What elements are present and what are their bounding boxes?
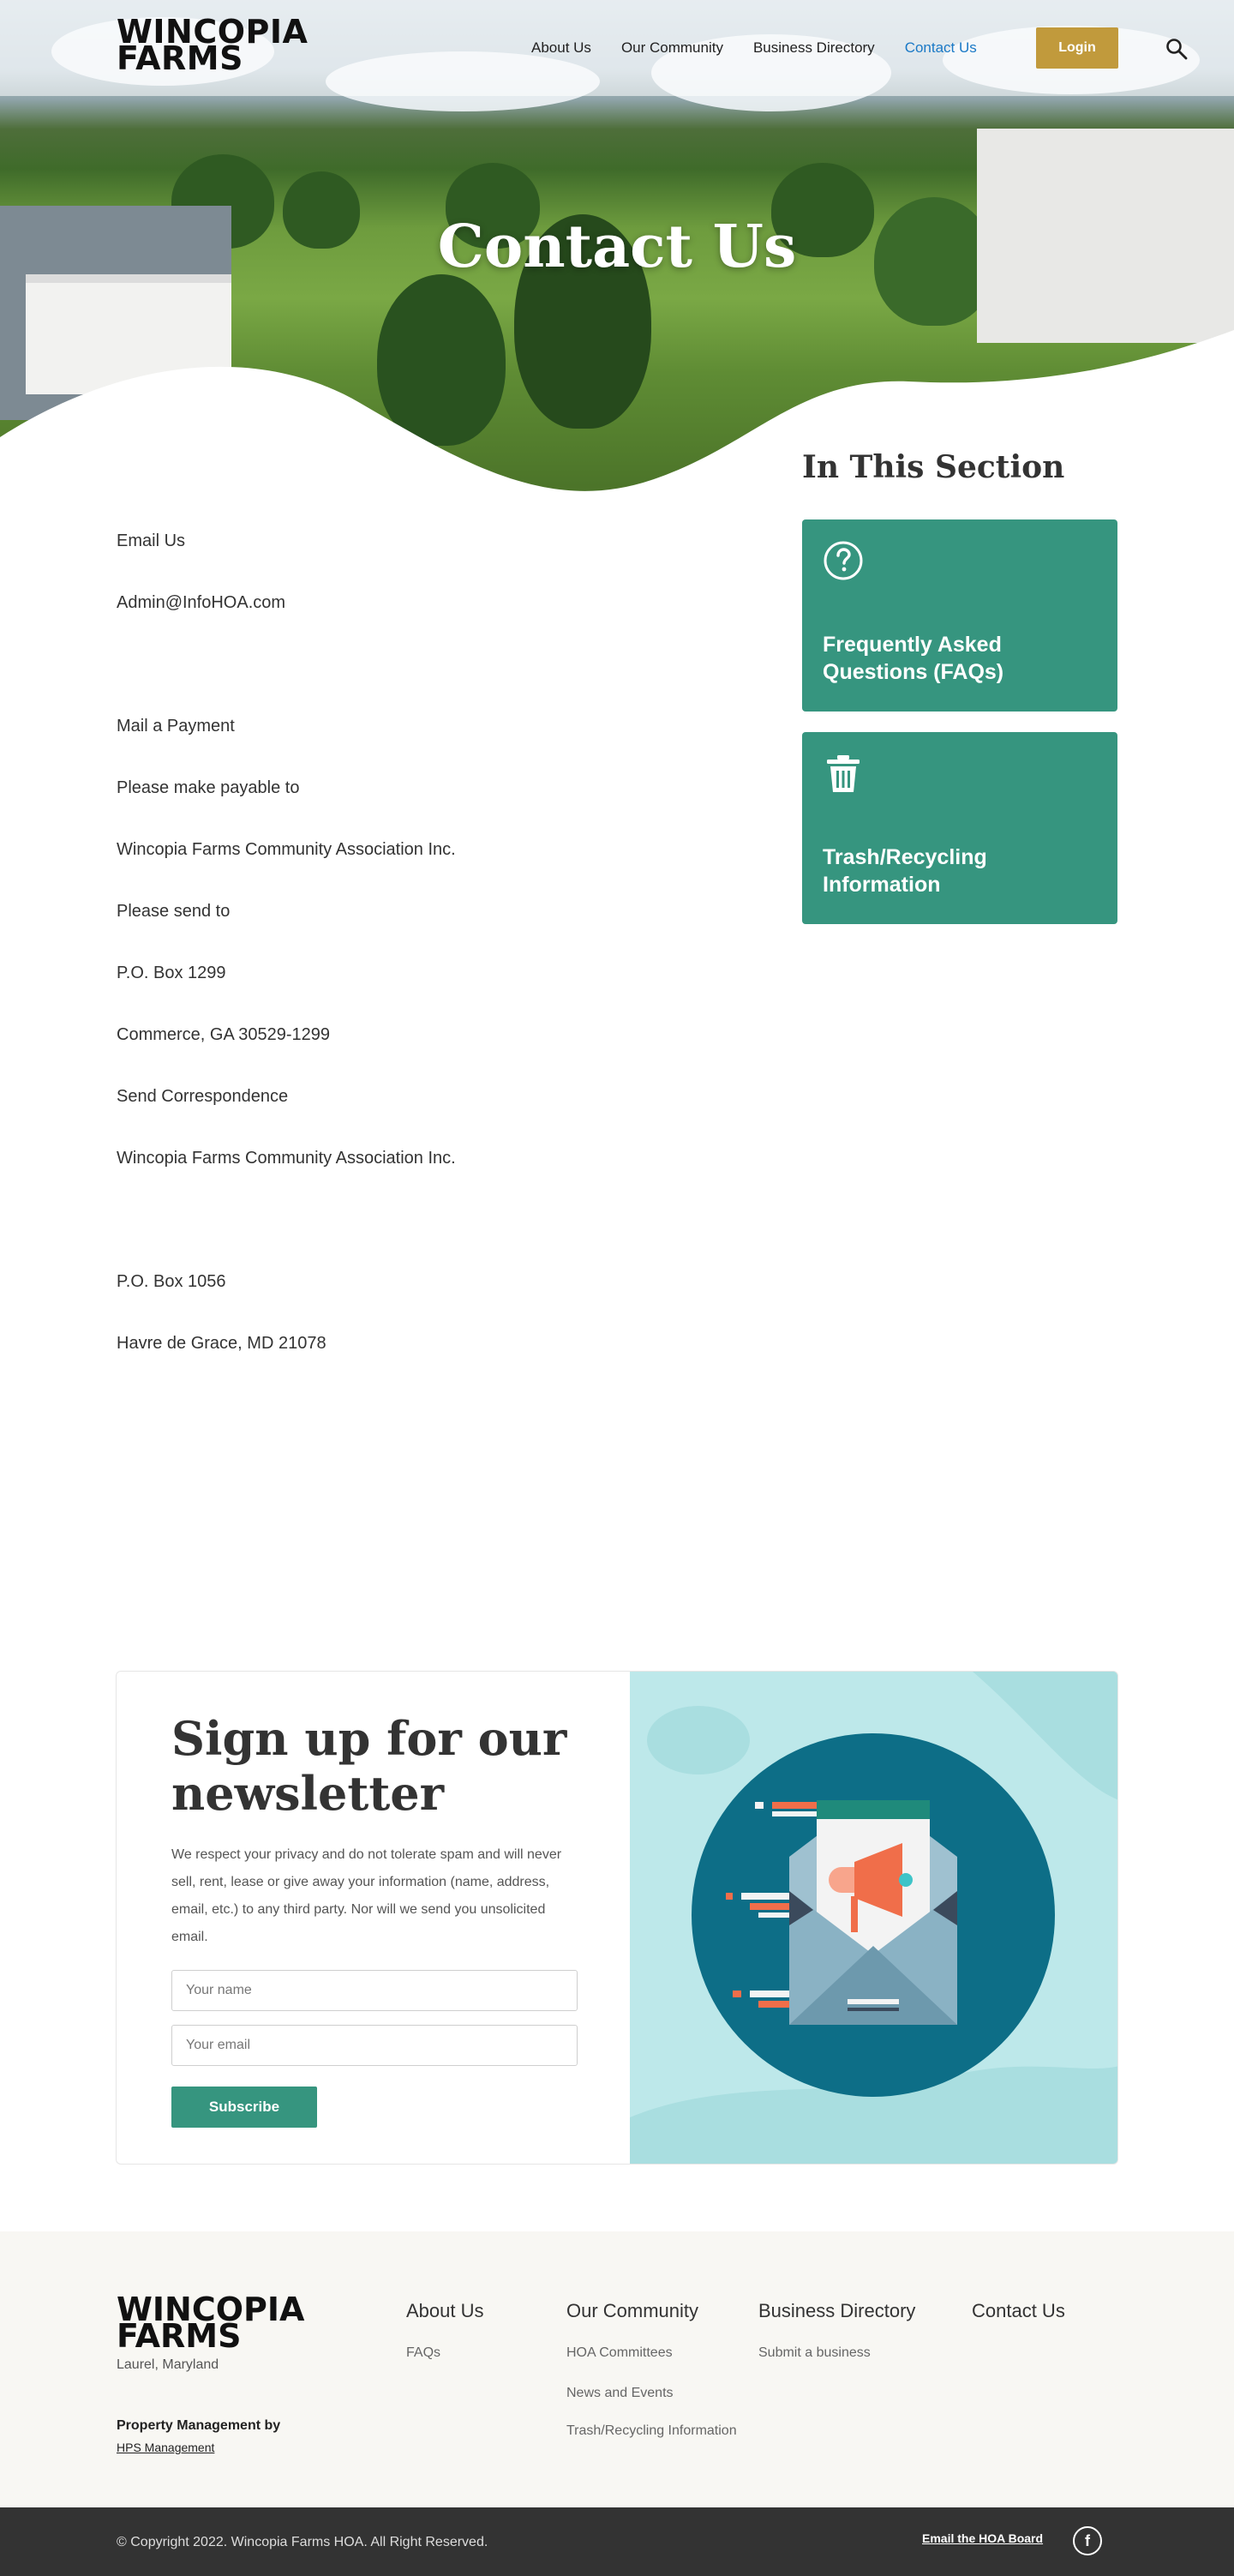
hps-management-link[interactable]: HPS Management <box>117 2441 214 2454</box>
question-circle-icon <box>824 541 863 580</box>
main-nav: About Us Our Community Business Director… <box>531 39 1007 57</box>
footer-heading-about-us[interactable]: About Us <box>406 2300 484 2322</box>
nav-contact-us[interactable]: Contact Us <box>905 39 977 57</box>
payment-city-state: Commerce, GA 30529-1299 <box>117 1025 331 1044</box>
page-title: Contact Us <box>437 213 797 281</box>
trash-recycling-card[interactable]: Trash/Recycling Information <box>802 732 1117 924</box>
search-icon[interactable] <box>1165 38 1188 60</box>
faq-card-label: Frequently Asked Questions (FAQs) <box>823 633 1004 684</box>
property-management-label: Property Management by <box>117 2418 281 2433</box>
payable-to-label: Please make payable to <box>117 778 300 797</box>
faq-card[interactable]: Frequently Asked Questions (FAQs) <box>802 519 1117 712</box>
newsletter-name-input[interactable]: Your name <box>171 1970 578 2011</box>
site-header: WINCOPIA FARMS About Us Our Community Bu… <box>0 0 1234 96</box>
newsletter-email-input[interactable]: Your email <box>171 2025 578 2066</box>
footer-link-faqs[interactable]: FAQs <box>406 2345 440 2361</box>
footer-heading-contact-us[interactable]: Contact Us <box>972 2300 1065 2322</box>
payable-to-name: Wincopia Farms Community Association Inc… <box>117 840 456 859</box>
newsletter-title: Sign up for our newsletter <box>171 1711 567 1821</box>
footer-bottom-bar: © Copyright 2022. Wincopia Farms HOA. Al… <box>0 2507 1234 2576</box>
envelope-megaphone-illustration <box>630 1672 1117 2164</box>
copyright-text: © Copyright 2022. Wincopia Farms HOA. Al… <box>117 2535 488 2549</box>
mail-payment-label: Mail a Payment <box>117 717 235 736</box>
footer-link-news-events[interactable]: News and Events <box>566 2386 674 2401</box>
footer-logo[interactable]: WINCOPIA FARMS <box>117 2293 304 2352</box>
facebook-icon[interactable]: f <box>1073 2526 1102 2555</box>
trash-icon <box>827 755 860 792</box>
nav-our-community[interactable]: Our Community <box>621 39 723 57</box>
newsletter-form-area: Sign up for our newsletter We respect yo… <box>171 1711 578 1951</box>
footer-location: Laurel, Maryland <box>117 2357 219 2372</box>
newsletter-illustration <box>630 1672 1117 2164</box>
subscribe-button[interactable]: Subscribe <box>171 2087 317 2128</box>
login-button[interactable]: Login <box>1036 27 1118 69</box>
footer-link-submit-business[interactable]: Submit a business <box>758 2345 871 2361</box>
trash-card-label: Trash/Recycling Information <box>823 845 987 897</box>
correspondence-label: Send Correspondence <box>117 1087 289 1106</box>
nav-business-directory[interactable]: Business Directory <box>753 39 875 57</box>
send-to-label: Please send to <box>117 902 231 921</box>
footer-heading-business-directory[interactable]: Business Directory <box>758 2300 915 2322</box>
email-us-label: Email Us <box>117 531 186 550</box>
site-logo[interactable]: WINCOPIA FARMS <box>117 15 308 75</box>
correspondence-po-box: P.O. Box 1056 <box>117 1272 226 1291</box>
nav-about-us[interactable]: About Us <box>531 39 591 57</box>
email-hoa-board-link[interactable]: Email the HOA Board <box>922 2531 1043 2545</box>
footer-link-hoa-committees[interactable]: HOA Committees <box>566 2345 673 2361</box>
footer-link-trash-recycling[interactable]: Trash/Recycling Information <box>566 2423 737 2439</box>
email-address-link[interactable]: Admin@InfoHOA.com <box>117 593 285 613</box>
correspondence-name: Wincopia Farms Community Association Inc… <box>117 1149 456 1168</box>
site-footer: WINCOPIA FARMS Laurel, Maryland Property… <box>0 2231 1234 2507</box>
correspondence-city-state: Havre de Grace, MD 21078 <box>117 1334 326 1353</box>
sidebar-heading: In This Section <box>802 449 1065 485</box>
payment-po-box: P.O. Box 1299 <box>117 964 226 982</box>
newsletter-privacy-text: We respect your privacy and do not toler… <box>171 1847 562 1944</box>
newsletter-section: Sign up for our newsletter We respect yo… <box>116 1671 1118 2165</box>
footer-heading-our-community[interactable]: Our Community <box>566 2300 698 2322</box>
